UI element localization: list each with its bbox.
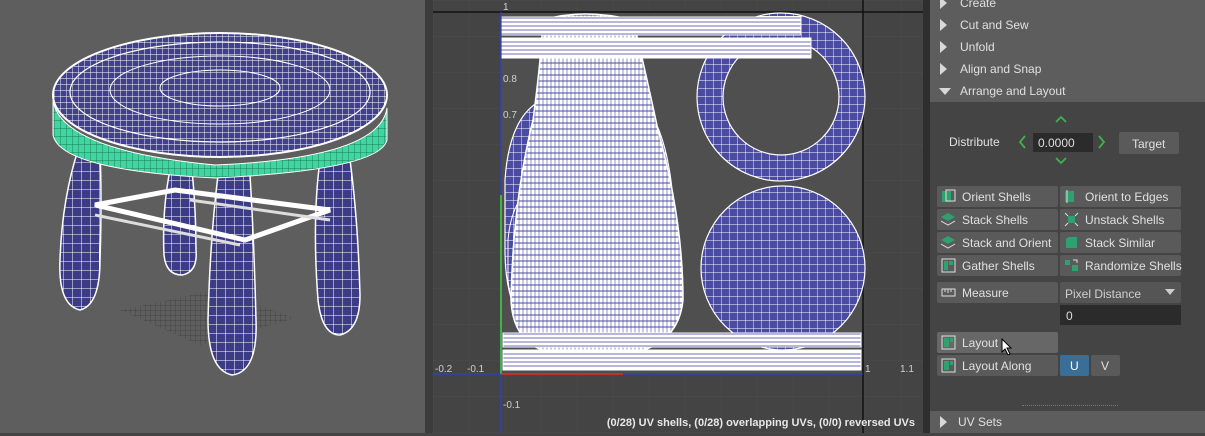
gather-shells-button[interactable]: Gather Shells	[937, 255, 1058, 276]
orient-shells-icon	[942, 189, 956, 202]
stool-wireframe-model[interactable]	[0, 0, 425, 433]
layout-button[interactable]: Layout	[937, 332, 1058, 353]
expanded-arrow-icon	[939, 88, 951, 95]
distribute-value-field[interactable]: 0.0000	[1033, 133, 1093, 152]
collapsed-arrow-icon	[940, 416, 947, 428]
stack-similar-icon	[1066, 237, 1077, 248]
section-cut-and-sew[interactable]: Cut and Sew	[930, 14, 1205, 36]
collapsed-arrow-icon	[940, 0, 947, 9]
mouse-cursor-icon	[1001, 338, 1013, 356]
section-uv-sets[interactable]: UV Sets	[930, 411, 1205, 433]
chevron-left-icon[interactable]	[1018, 135, 1026, 149]
orient-shells-button[interactable]: Orient Shells	[937, 186, 1058, 207]
layout-along-u-toggle[interactable]: U	[1060, 355, 1089, 376]
orient-to-edges-button[interactable]: Orient to Edges	[1060, 186, 1181, 207]
stack-shells-icon	[941, 213, 956, 226]
layout-along-v-toggle[interactable]: V	[1091, 355, 1120, 376]
uv-shell-sphere	[700, 185, 866, 351]
stool-seat-top	[52, 32, 388, 158]
uv-status-text: (0/28) UV shells, (0/28) overlapping UVs…	[606, 417, 915, 429]
uv-toolkit-panel: Create Cut and Sew Unfold Align and Snap…	[930, 0, 1205, 433]
chevron-right-icon[interactable]	[1098, 135, 1106, 149]
unstack-shells-icon	[1064, 212, 1079, 227]
distribute-label: Distribute	[949, 135, 1000, 149]
measure-units-dropdown[interactable]: Pixel Distance	[1060, 282, 1181, 303]
layout-along-icon	[941, 358, 956, 373]
measure-button[interactable]: Measure	[937, 282, 1058, 303]
uv-axis-label: 1	[503, 2, 509, 13]
pane-divider[interactable]	[425, 0, 433, 433]
uv-axis-label: -0.2	[435, 364, 453, 375]
stack-and-orient-icon	[941, 236, 956, 249]
randomize-shells-icon	[1065, 259, 1078, 271]
uv-shell-strip-bottom	[502, 332, 862, 348]
ruler-icon	[941, 288, 956, 297]
uv-axis-label: -0.1	[503, 400, 521, 411]
panel-scrollbar[interactable]	[923, 0, 930, 433]
section-resize-handle[interactable]	[1022, 405, 1118, 406]
orient-to-edges-icon	[1065, 190, 1074, 203]
section-create[interactable]: Create	[930, 0, 1205, 14]
target-button[interactable]: Target	[1119, 132, 1179, 154]
uv-axis-label: 1.1	[900, 364, 914, 375]
unstack-shells-button[interactable]: Unstack Shells	[1060, 209, 1181, 230]
gather-shells-icon	[941, 258, 956, 273]
stack-similar-button[interactable]: Stack Similar	[1060, 232, 1181, 253]
randomize-shells-button[interactable]: Randomize Shells	[1060, 255, 1182, 276]
uv-axis-label: -0.1	[467, 364, 485, 375]
perspective-viewport[interactable]	[0, 0, 425, 433]
stack-and-orient-button[interactable]: Stack and Orient	[937, 232, 1058, 253]
section-align-and-snap[interactable]: Align and Snap	[930, 58, 1205, 80]
section-arrange-and-layout[interactable]: Arrange and Layout	[930, 80, 1205, 102]
uv-grid	[433, 0, 923, 433]
uv-axis-label: 0.8	[503, 74, 517, 85]
chevron-down-icon[interactable]	[1055, 157, 1067, 165]
layout-along-button[interactable]: Layout Along	[937, 355, 1058, 376]
uv-axis-label: 0.7	[503, 110, 517, 121]
uv-shell-strip-top	[500, 16, 802, 36]
stool-leg-right	[314, 159, 361, 336]
layout-icon	[941, 335, 956, 350]
collapsed-arrow-icon	[940, 63, 947, 75]
dropdown-arrow-icon	[1165, 289, 1175, 295]
measure-value-field[interactable]: 0	[1060, 305, 1181, 325]
section-unfold[interactable]: Unfold	[930, 36, 1205, 58]
collapsed-arrow-icon	[940, 41, 947, 53]
stack-shells-button[interactable]: Stack Shells	[937, 209, 1058, 230]
stool-leg-front-left	[59, 149, 102, 311]
collapsed-arrow-icon	[940, 19, 947, 31]
chevron-up-icon[interactable]	[1055, 115, 1067, 123]
uv-axis-label: 1	[865, 364, 871, 375]
uv-editor-viewport[interactable]: 1 0.8 0.7 -0.1 -0.2 -0.1 1 1.1 (0/28) UV…	[433, 0, 923, 433]
